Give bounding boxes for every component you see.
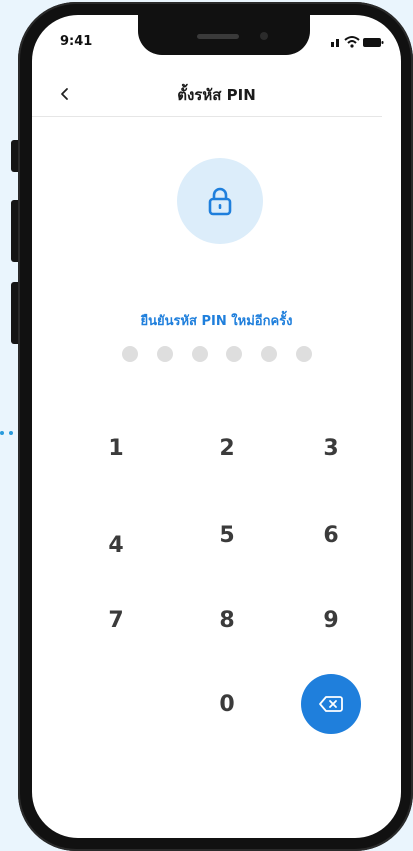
signal-icon — [331, 39, 339, 47]
notch — [138, 15, 310, 55]
status-time: 9:41 — [60, 34, 93, 49]
key-2[interactable]: 2 — [197, 423, 257, 473]
pin-dot — [226, 346, 243, 362]
phone-frame: 9:41 ตั้งรหัส PIN ยืนยันรหัส PIN ใหม่อีก… — [18, 2, 413, 851]
chevron-left-icon — [61, 88, 68, 100]
battery-icon — [363, 38, 384, 47]
pin-prompt: ยืนยันรหัส PIN ใหม่อีกครั้ง — [140, 314, 293, 329]
wifi-icon — [344, 36, 360, 48]
key-0[interactable]: 0 — [197, 679, 257, 729]
camera — [260, 32, 268, 40]
lock-icon — [208, 187, 232, 216]
key-3[interactable]: 3 — [301, 423, 361, 473]
lock-badge — [177, 158, 263, 244]
key-4[interactable]: 4 — [86, 520, 146, 570]
key-1[interactable]: 1 — [86, 423, 146, 473]
page-title: ตั้งรหัส PIN — [177, 86, 256, 104]
pin-dot — [295, 346, 312, 362]
backspace-icon — [319, 696, 343, 712]
pin-dot — [261, 346, 278, 362]
pin-dots — [122, 346, 312, 362]
status-icons — [331, 36, 384, 48]
pin-dot — [156, 346, 173, 362]
key-9[interactable]: 9 — [301, 595, 361, 645]
back-button[interactable] — [50, 79, 80, 109]
pin-dot — [122, 346, 138, 362]
key-5[interactable]: 5 — [197, 510, 257, 560]
phone-screen: 9:41 ตั้งรหัส PIN ยืนยันรหัส PIN ใหม่อีก… — [32, 15, 401, 838]
key-8[interactable]: 8 — [197, 595, 257, 645]
pin-dot — [191, 346, 208, 362]
key-6[interactable]: 6 — [301, 510, 361, 560]
header-divider — [32, 116, 382, 117]
key-7[interactable]: 7 — [86, 595, 146, 645]
speaker — [197, 34, 239, 39]
backspace-button[interactable] — [301, 674, 361, 734]
header: ตั้งรหัส PIN — [32, 77, 401, 117]
